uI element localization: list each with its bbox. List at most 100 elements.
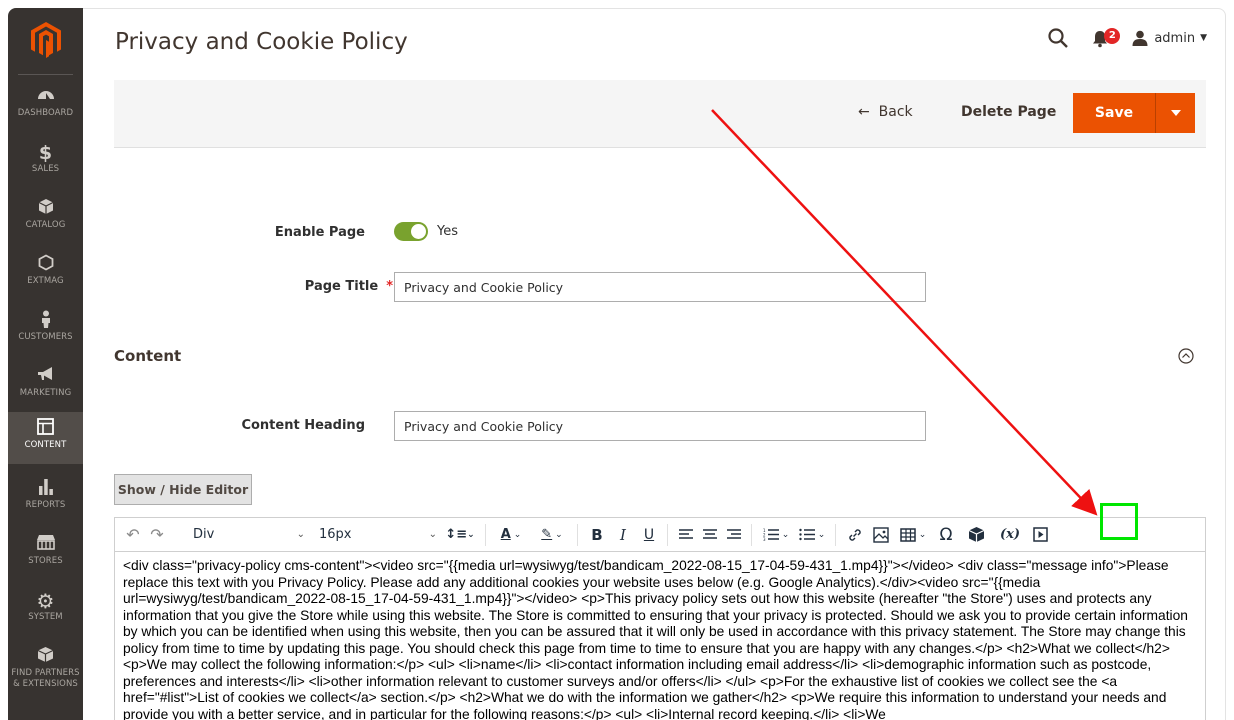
page-title: Privacy and Cookie Policy	[115, 29, 408, 55]
sidebar-divider	[18, 74, 73, 75]
bold-icon[interactable]: B	[585, 518, 609, 551]
chevron-down-icon: ⌄	[296, 529, 305, 540]
editor-content-area[interactable]: <div class="privacy-policy cms-content">…	[114, 552, 1206, 720]
sidebar-item-label: SALES	[31, 164, 60, 174]
user-name: admin	[1154, 30, 1196, 46]
back-button[interactable]: ← Back	[858, 104, 913, 120]
numbered-list-icon[interactable]: 123 ⌄	[759, 518, 793, 551]
sidebar-item-marketing[interactable]: MARKETING	[8, 366, 83, 410]
layout-icon	[8, 418, 83, 440]
table-icon[interactable]: ⌄	[895, 518, 931, 551]
insert-video-icon[interactable]	[1027, 518, 1053, 551]
enable-page-value: Yes	[437, 224, 458, 239]
chevron-up-circle-icon[interactable]	[1178, 348, 1194, 364]
arrow-left-icon: ←	[858, 104, 870, 120]
sidebar-item-system[interactable]: ⚙ SYSTEM	[8, 590, 83, 634]
sidebar-item-content[interactable]: CONTENT	[8, 412, 83, 464]
user-icon	[1132, 30, 1148, 46]
sidebar-item-label: CUSTOMERS	[18, 332, 73, 342]
box-icon	[8, 646, 83, 668]
sidebar-item-label: REPORTS	[25, 500, 66, 510]
block-format-select[interactable]: Div ⌄	[177, 518, 305, 551]
special-character-icon[interactable]: Ω	[933, 518, 959, 551]
dollar-icon: $	[38, 142, 53, 164]
sidebar-item-label: MARKETING	[19, 388, 72, 398]
sidebar-item-sales[interactable]: $ SALES	[8, 142, 83, 186]
save-options-toggle[interactable]	[1155, 93, 1195, 133]
bullet-list-icon[interactable]: ⌄	[795, 518, 829, 551]
sidebar-item-label: CATALOG	[25, 220, 66, 230]
toolbar-separator	[485, 524, 486, 546]
content-heading-label: Content Heading	[241, 418, 365, 433]
show-hide-editor-button[interactable]: Show / Hide Editor	[114, 474, 252, 505]
page-title-label-text: Page Title	[304, 279, 379, 294]
sidebar-item-stores[interactable]: STORES	[8, 534, 83, 578]
save-button[interactable]: Save	[1073, 93, 1155, 133]
enable-page-toggle[interactable]	[394, 222, 428, 241]
sidebar-item-label: DASHBOARD	[17, 108, 74, 118]
sidebar-item-reports[interactable]: REPORTS	[8, 478, 83, 522]
sidebar-item-label: CONTENT	[24, 440, 67, 450]
line-height-icon[interactable]: ↕≡ ⌄	[443, 518, 477, 551]
magento-logo-icon[interactable]	[28, 20, 64, 60]
editor-html-source: <div class="privacy-policy cms-content">…	[123, 558, 1188, 720]
dashboard-icon	[8, 86, 83, 108]
underline-icon[interactable]: U	[637, 518, 661, 551]
required-marker: *	[386, 279, 393, 294]
sidebar-item-label-line2: & EXTENSIONS	[13, 679, 78, 689]
main-content: Privacy and Cookie Policy 2 admin ▼ ← Ba…	[83, 8, 1226, 720]
chevron-down-icon: ⌄	[428, 529, 437, 540]
align-right-icon[interactable]	[723, 518, 745, 551]
undo-icon[interactable]: ↶	[123, 518, 143, 551]
sidebar-item-label: EXTMAG	[27, 276, 64, 286]
notification-count: 2	[1104, 28, 1121, 44]
gear-icon: ⚙	[36, 589, 55, 613]
person-icon	[8, 310, 83, 332]
sidebar-item-label: FIND PARTNERS	[11, 668, 80, 678]
image-icon[interactable]	[869, 518, 893, 551]
megaphone-icon	[8, 366, 83, 388]
user-menu[interactable]: admin ▼	[1132, 30, 1207, 46]
italic-icon[interactable]: I	[611, 518, 635, 551]
store-icon	[8, 534, 83, 556]
editor-toolbar: ↶ ↷ Div ⌄ 16px ⌄ ↕≡ ⌄ A ⌄ ✎ ⌄ B I U 1 2 …	[114, 517, 1206, 552]
widget-icon[interactable]	[963, 518, 989, 551]
highlight-color-icon[interactable]: ✎ ⌄	[533, 518, 571, 551]
sidebar-item-label: SYSTEM	[28, 612, 63, 622]
bar-chart-icon	[8, 478, 83, 500]
sidebar-item-catalog[interactable]: CATALOG	[8, 198, 83, 242]
content-section-title: Content	[114, 347, 182, 365]
redo-icon[interactable]: ↷	[147, 518, 167, 551]
link-icon[interactable]	[843, 518, 867, 551]
back-label: Back	[878, 104, 913, 120]
app-window: DASHBOARD $ SALES CATALOG EXTMAG CUSTOME…	[0, 0, 1234, 720]
align-left-icon[interactable]	[675, 518, 697, 551]
enable-page-label: Enable Page	[274, 225, 365, 240]
toolbar-separator	[751, 524, 752, 546]
align-center-icon[interactable]	[699, 518, 721, 551]
page-title-input[interactable]: Privacy and Cookie Policy	[394, 272, 926, 302]
font-size-value: 16px	[319, 527, 352, 542]
sidebar-item-find-partners[interactable]: FIND PARTNERS & EXTENSIONS	[8, 646, 83, 702]
sidebar-item-label: STORES	[28, 556, 63, 566]
insert-variable-icon[interactable]: (x)	[995, 518, 1025, 551]
toolbar-separator	[667, 524, 668, 546]
sidebar-item-customers[interactable]: CUSTOMERS	[8, 310, 83, 354]
page-actions-bar: ← Back Delete Page Save	[114, 80, 1206, 148]
delete-page-button[interactable]: Delete Page	[961, 104, 1056, 120]
sidebar-item-extmag[interactable]: EXTMAG	[8, 254, 83, 298]
block-format-value: Div	[193, 527, 215, 542]
admin-sidebar: DASHBOARD $ SALES CATALOG EXTMAG CUSTOME…	[8, 8, 83, 720]
cube-icon	[8, 198, 83, 220]
text-color-icon[interactable]: A ⌄	[493, 518, 529, 551]
header-actions: 2 admin ▼	[1046, 25, 1207, 51]
search-icon[interactable]	[1046, 26, 1070, 50]
svg-text:3: 3	[763, 537, 766, 541]
font-size-select[interactable]: 16px ⌄	[311, 518, 437, 551]
toggle-knob	[411, 224, 426, 239]
sidebar-item-dashboard[interactable]: DASHBOARD	[8, 86, 83, 130]
content-heading-input[interactable]: Privacy and Cookie Policy	[394, 411, 926, 441]
annotation-highlight-box	[1100, 503, 1138, 540]
notifications-button[interactable]: 2	[1092, 26, 1122, 50]
hexagon-icon	[8, 254, 83, 276]
